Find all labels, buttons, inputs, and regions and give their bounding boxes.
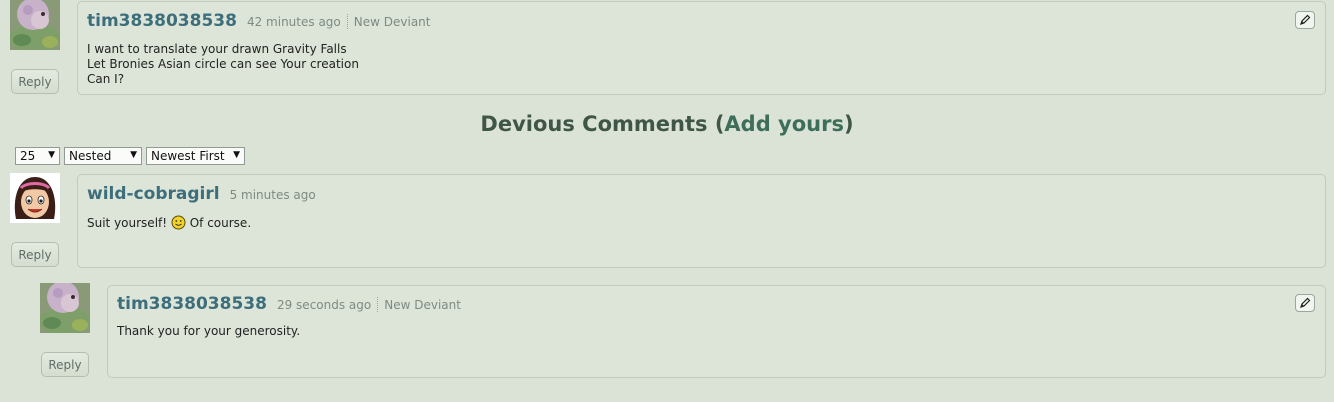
comment-text: Thank you for your generosity.	[117, 324, 301, 338]
comment-username[interactable]: tim3838038538	[87, 11, 237, 31]
avatar-parrot[interactable]	[40, 283, 90, 333]
pencil-icon	[1300, 297, 1311, 308]
comment-timestamp[interactable]: 29 seconds ago	[277, 298, 371, 312]
comment-username[interactable]: wild-cobragirl	[87, 184, 220, 204]
title-paren: )	[843, 112, 854, 136]
dropdown-arrow-icon: ▼	[130, 150, 137, 160]
comment-timestamp[interactable]: 42 minutes ago	[247, 15, 341, 29]
view-mode-value: Nested	[69, 149, 112, 163]
view-mode-select[interactable]: Nested ▼	[64, 147, 142, 165]
edit-button[interactable]	[1295, 294, 1315, 312]
comment-line: I want to translate your drawn Gravity F…	[87, 42, 347, 56]
reply-button[interactable]: Reply	[11, 242, 59, 267]
dropdown-arrow-icon: ▼	[233, 150, 240, 160]
smiley-icon	[171, 215, 186, 230]
section-title-text: Devious Comments	[480, 112, 708, 136]
comment-text: Of course.	[189, 216, 252, 230]
per-page-select[interactable]: 25 ▼	[15, 147, 60, 165]
dropdown-arrow-icon: ▼	[48, 150, 55, 160]
comment-box: tim3838038538 42 minutes ago New Deviant…	[77, 1, 1326, 95]
meta-separator	[346, 13, 348, 29]
comment-body: I want to translate your drawn Gravity F…	[87, 42, 359, 87]
meta-separator	[377, 296, 379, 312]
section-title: Devious Comments (Add yours)	[0, 112, 1334, 136]
sort-order-value: Newest First	[151, 149, 225, 163]
comment-box: tim3838038538 29 seconds ago New Deviant…	[107, 285, 1326, 378]
reply-button[interactable]: Reply	[11, 69, 59, 94]
comment-timestamp[interactable]: 5 minutes ago	[230, 188, 316, 202]
add-comment-link[interactable]: Add yours	[724, 112, 844, 136]
title-paren: (	[714, 112, 725, 136]
comment-text: Suit yourself!	[87, 216, 168, 230]
avatar-parrot[interactable]	[10, 0, 60, 50]
comment-line: Can I?	[87, 72, 125, 86]
pencil-icon	[1300, 14, 1311, 25]
comment-body: Suit yourself! Of course.	[87, 215, 251, 231]
comment-username[interactable]: tim3838038538	[117, 294, 267, 314]
per-page-value: 25	[20, 149, 36, 163]
avatar-cartoon-girl[interactable]	[10, 173, 60, 223]
comment-body: Thank you for your generosity.	[117, 324, 300, 339]
edit-button[interactable]	[1295, 11, 1315, 29]
comment-line: Let Bronies Asian circle can see Your cr…	[87, 57, 359, 71]
comment-box: wild-cobragirl 5 minutes ago Suit yourse…	[77, 174, 1326, 268]
user-rank: New Deviant	[384, 298, 461, 312]
sort-order-select[interactable]: Newest First ▼	[146, 147, 245, 165]
user-rank: New Deviant	[353, 15, 431, 29]
reply-button[interactable]: Reply	[41, 352, 89, 377]
